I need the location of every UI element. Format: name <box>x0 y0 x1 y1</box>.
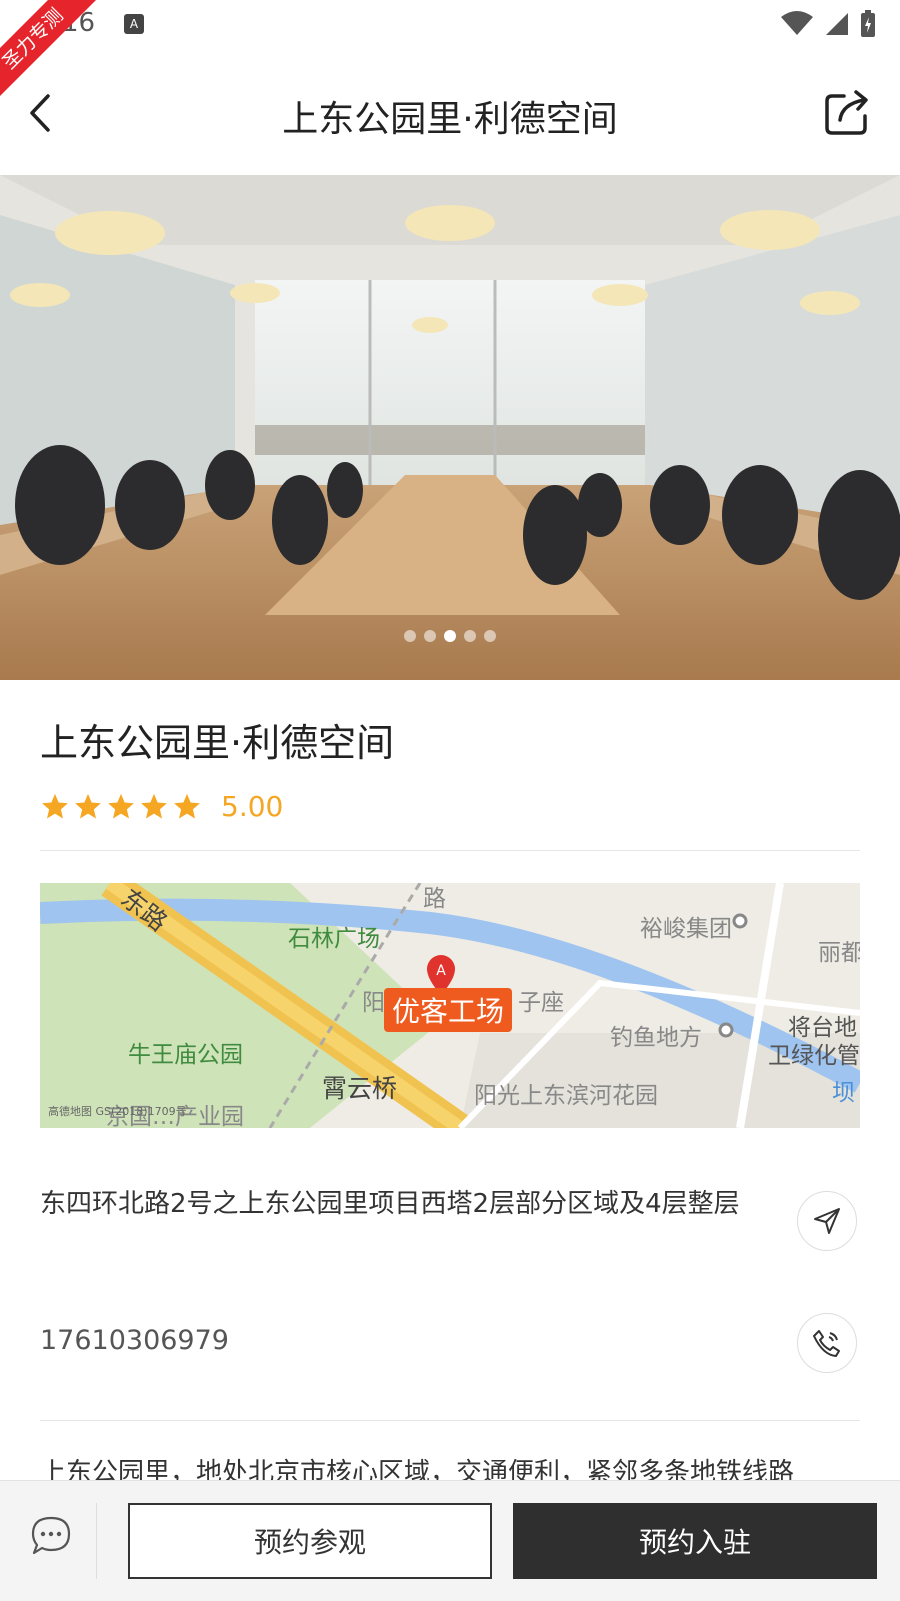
back-icon[interactable] <box>18 88 62 138</box>
share-icon[interactable] <box>822 86 872 138</box>
phone-number[interactable]: 17610306979 <box>40 1325 229 1356</box>
star-icon <box>174 793 200 818</box>
map-label: 霄云桥 <box>322 1074 398 1103</box>
location-map[interactable]: A 东路 石林广场 裕峻集团 丽都 阳 子座 优客工场 钓鱼地方 将台地 卫绿化… <box>40 883 860 1128</box>
map-label: 钓鱼地方 <box>610 1025 702 1051</box>
wifi-icon <box>781 11 813 35</box>
rating-value: 5.00 <box>221 790 284 823</box>
map-label: 牛王庙公园 <box>128 1042 243 1068</box>
space-name: 上东公园里·利德空间 <box>40 721 395 765</box>
gallery-dot[interactable] <box>404 630 416 642</box>
map-pin-label[interactable]: 优客工场 <box>384 988 513 1032</box>
separator <box>96 1503 97 1579</box>
book-visit-button[interactable]: 预约参观 <box>128 1503 492 1579</box>
star-icon <box>42 793 68 818</box>
svg-text:A: A <box>436 963 446 979</box>
status-icons <box>780 10 876 38</box>
star-icon <box>141 793 167 818</box>
bottom-action-bar: 预约参观 预约入驻 <box>0 1480 900 1601</box>
star-icon <box>75 793 101 818</box>
gallery-pagination <box>0 630 900 642</box>
chat-icon[interactable] <box>28 1513 74 1559</box>
gallery-dot-active[interactable] <box>444 630 456 642</box>
map-label: 石林广场 <box>288 926 380 952</box>
notification-icon: A <box>124 14 144 34</box>
photo-gallery[interactable] <box>0 175 900 680</box>
map-label: 子座 <box>518 990 564 1016</box>
battery-icon <box>861 10 875 37</box>
map-label: 裕峻集团 <box>640 916 732 942</box>
map-label: 路 <box>423 886 446 912</box>
gallery-dot[interactable] <box>464 630 476 642</box>
gallery-dot[interactable] <box>484 630 496 642</box>
rating: 5.00 <box>40 790 283 823</box>
signal-icon <box>826 13 848 35</box>
navigate-button[interactable] <box>797 1191 857 1251</box>
phone-icon <box>813 1330 840 1357</box>
map-label: 坝 <box>832 1080 855 1106</box>
book-settle-button[interactable]: 预约入驻 <box>513 1503 877 1579</box>
page-title: 上东公园里·利德空间 <box>282 99 618 140</box>
divider <box>40 850 860 851</box>
map-label: 阳 <box>362 990 385 1016</box>
navigation-bar: 上东公园里·利德空间 <box>0 60 900 172</box>
star-icon <box>108 793 134 818</box>
navigation-arrow-icon <box>814 1208 840 1234</box>
gallery-dot[interactable] <box>424 630 436 642</box>
map-label: 卫绿化管 <box>768 1043 860 1069</box>
status-bar: 16 A <box>0 0 900 48</box>
address-text: 东四环北路2号之上东公园里项目西塔2层部分区域及4层整层 <box>40 1189 740 1219</box>
office-photo <box>0 175 900 680</box>
call-button[interactable] <box>797 1313 857 1373</box>
divider <box>40 1420 860 1421</box>
map-label: 丽都 <box>818 940 860 966</box>
map-label: 阳光上东滨河花园 <box>474 1083 658 1109</box>
map-attribution: 高德地图 GS(2018)1709号 <box>48 1105 187 1118</box>
